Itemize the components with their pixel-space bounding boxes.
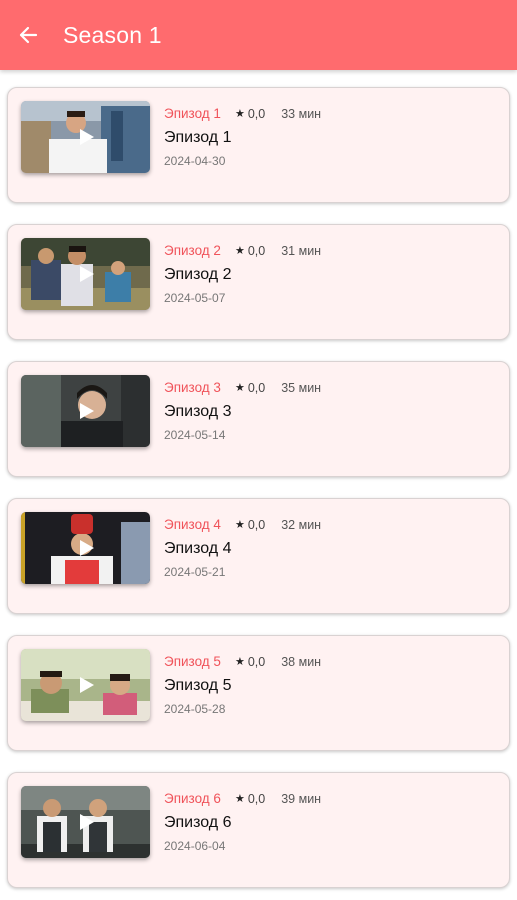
episode-label: Эпизод 1 (164, 106, 221, 121)
episode-rating: 0,0 (247, 654, 266, 669)
episode-title: Эпизод 2 (164, 266, 232, 283)
episode-date: 2024-06-04 (164, 839, 226, 853)
episode-duration: 31 мин (281, 243, 322, 258)
episode-title: Эпизод 1 (164, 129, 232, 146)
episode-meta: Эпизод 3 ★ 0,0 35 мин (164, 380, 321, 395)
episode-title: Эпизод 4 (164, 540, 232, 557)
episode-card[interactable]: Эпизод 5 ★ 0,0 38 мин Эпизод 5 2024-05-2… (7, 635, 510, 751)
episode-label: Эпизод 6 (164, 791, 221, 806)
episode-thumbnail[interactable] (21, 101, 150, 173)
play-icon (80, 129, 94, 145)
episode-date: 2024-05-21 (164, 565, 226, 579)
episode-card[interactable]: Эпизод 2 ★ 0,0 31 мин Эпизод 2 2024-05-0… (7, 224, 510, 340)
episode-meta: Эпизод 6 ★ 0,0 39 мин (164, 791, 321, 806)
episode-rating: 0,0 (247, 380, 266, 395)
episode-title: Эпизод 6 (164, 814, 232, 831)
episode-title: Эпизод 3 (164, 403, 232, 420)
episode-date: 2024-04-30 (164, 154, 226, 168)
play-icon (80, 814, 94, 830)
back-button[interactable] (0, 0, 56, 70)
star-icon: ★ (234, 108, 245, 120)
episode-meta: Эпизод 4 ★ 0,0 32 мин (164, 517, 321, 532)
episode-meta: Эпизод 1 ★ 0,0 33 мин (164, 106, 321, 121)
app-bar: Season 1 (0, 0, 517, 70)
episode-rating: 0,0 (247, 106, 266, 121)
episode-duration: 39 мин (281, 791, 322, 806)
episode-rating: 0,0 (247, 791, 266, 806)
episode-title: Эпизод 5 (164, 677, 232, 694)
episode-label: Эпизод 2 (164, 243, 221, 258)
episode-date: 2024-05-28 (164, 702, 226, 716)
episode-list[interactable]: Эпизод 1 ★ 0,0 33 мин Эпизод 1 2024-04-3… (0, 70, 517, 900)
arrow-left-icon (19, 26, 38, 44)
star-icon: ★ (234, 245, 245, 257)
episode-duration: 32 мин (281, 517, 322, 532)
episode-meta: Эпизод 2 ★ 0,0 31 мин (164, 243, 321, 258)
episode-card[interactable]: Эпизод 6 ★ 0,0 39 мин Эпизод 6 2024-06-0… (7, 772, 510, 888)
episode-date: 2024-05-07 (164, 291, 226, 305)
play-icon (80, 403, 94, 419)
episode-label: Эпизод 3 (164, 380, 221, 395)
star-icon: ★ (234, 382, 245, 394)
episode-thumbnail[interactable] (21, 786, 150, 858)
play-icon (80, 677, 94, 693)
play-icon (80, 540, 94, 556)
episode-card[interactable]: Эпизод 3 ★ 0,0 35 мин Эпизод 3 2024-05-1… (7, 361, 510, 477)
episode-thumbnail[interactable] (21, 375, 150, 447)
episode-date: 2024-05-14 (164, 428, 226, 442)
star-icon: ★ (234, 793, 245, 805)
episode-label: Эпизод 4 (164, 517, 221, 532)
episode-label: Эпизод 5 (164, 654, 221, 669)
episode-thumbnail[interactable] (21, 512, 150, 584)
episode-card[interactable]: Эпизод 1 ★ 0,0 33 мин Эпизод 1 2024-04-3… (7, 87, 510, 203)
episode-thumbnail[interactable] (21, 649, 150, 721)
episode-card[interactable]: Эпизод 4 ★ 0,0 32 мин Эпизод 4 2024-05-2… (7, 498, 510, 614)
episode-duration: 38 мин (281, 654, 322, 669)
episode-duration: 33 мин (281, 106, 322, 121)
page-title: Season 1 (63, 21, 162, 48)
episode-rating: 0,0 (247, 517, 266, 532)
episode-duration: 35 мин (281, 380, 322, 395)
star-icon: ★ (234, 519, 245, 531)
episode-thumbnail[interactable] (21, 238, 150, 310)
episode-rating: 0,0 (247, 243, 266, 258)
play-icon (80, 266, 94, 282)
episode-meta: Эпизод 5 ★ 0,0 38 мин (164, 654, 321, 669)
star-icon: ★ (234, 656, 245, 668)
